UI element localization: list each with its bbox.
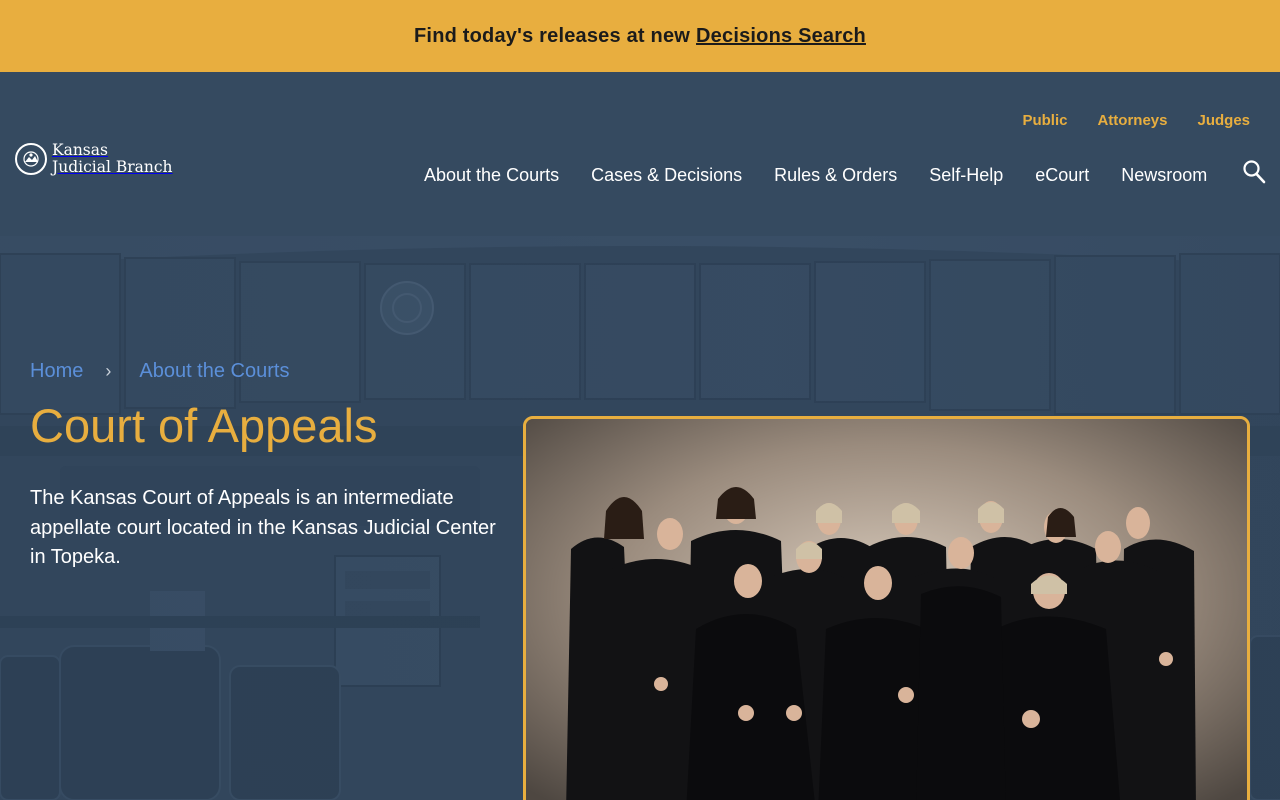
logo-line-1: Kansas bbox=[52, 141, 108, 159]
decisions-search-link[interactable]: Decisions Search bbox=[696, 25, 866, 48]
nav-about-the-courts[interactable]: About the Courts bbox=[424, 165, 559, 186]
state-seal-icon bbox=[15, 143, 47, 175]
breadcrumb-chevron-icon: › bbox=[105, 361, 112, 381]
nav-judges[interactable]: Judges bbox=[1197, 112, 1250, 129]
hero-section: Home › About the Courts Court of Appeals… bbox=[0, 236, 1280, 800]
nav-cases-decisions[interactable]: Cases & Decisions bbox=[591, 165, 742, 186]
judges-group-photo bbox=[523, 416, 1250, 800]
page-intro: The Kansas Court of Appeals is an interm… bbox=[30, 487, 496, 568]
logo-text: Kansas Judicial Branch bbox=[52, 142, 173, 176]
page-title: Court of Appeals bbox=[30, 399, 378, 452]
nav-ecourt[interactable]: eCourt bbox=[1035, 165, 1089, 186]
nav-self-help[interactable]: Self-Help bbox=[929, 165, 1003, 186]
announcement-bar: Find today's releases at new Decisions S… bbox=[0, 0, 1280, 72]
main-nav: About the Courts Cases & Decisions Rules… bbox=[424, 165, 1207, 186]
logo-line-2: Judicial Branch bbox=[52, 158, 173, 176]
nav-public[interactable]: Public bbox=[1022, 112, 1067, 129]
site-header: Kansas Judicial Branch Public Attorneys … bbox=[0, 72, 1280, 236]
search-icon[interactable] bbox=[1242, 159, 1266, 185]
breadcrumb-about-the-courts[interactable]: About the Courts bbox=[139, 360, 289, 383]
site-logo[interactable]: Kansas Judicial Branch bbox=[15, 142, 173, 176]
audience-nav: Public Attorneys Judges bbox=[1022, 112, 1250, 129]
breadcrumb-home[interactable]: Home bbox=[30, 360, 83, 383]
nav-attorneys[interactable]: Attorneys bbox=[1097, 112, 1167, 129]
breadcrumb: Home › About the Courts bbox=[30, 360, 289, 383]
nav-rules-orders[interactable]: Rules & Orders bbox=[774, 165, 897, 186]
announcement-text: Find today's releases at new bbox=[414, 24, 691, 47]
nav-newsroom[interactable]: Newsroom bbox=[1121, 165, 1207, 186]
